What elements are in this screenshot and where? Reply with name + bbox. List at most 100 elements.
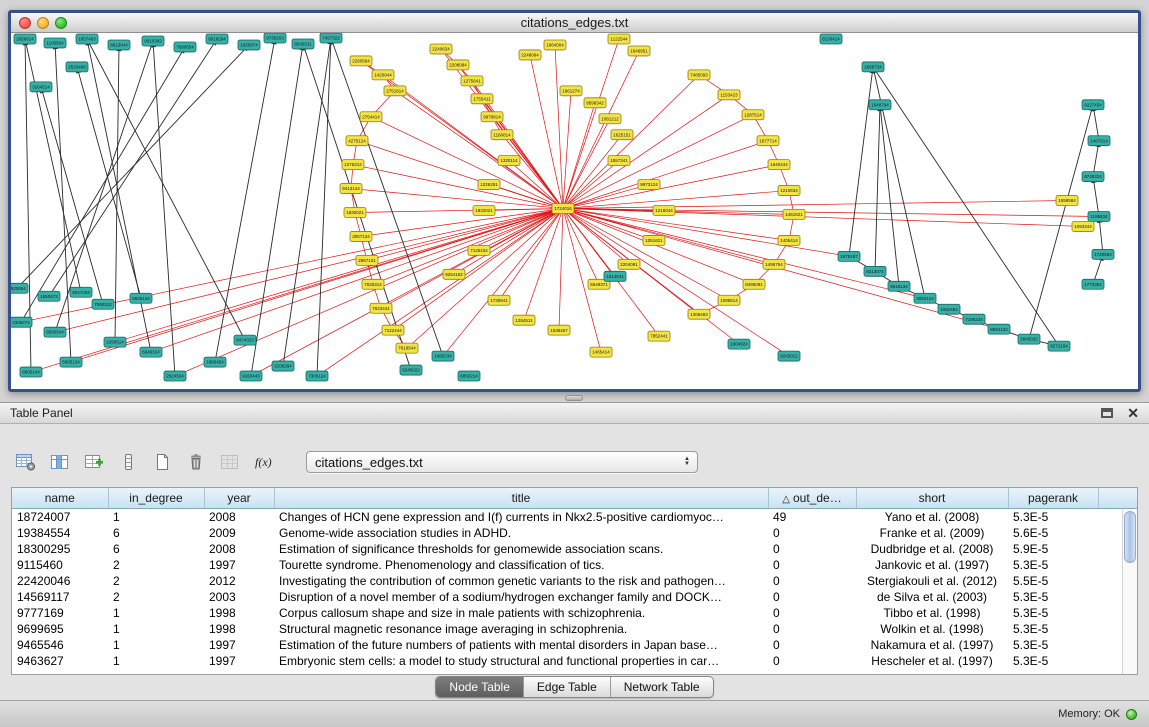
graph-node[interactable]: 3306274: [11, 317, 32, 327]
column-header-short[interactable]: short: [856, 488, 1008, 508]
graph-node[interactable]: 1625151: [611, 130, 633, 140]
graph-node[interactable]: 1062454: [938, 304, 960, 314]
function-builder-icon[interactable]: f(x): [250, 449, 278, 475]
graph-node[interactable]: 1724016: [552, 204, 574, 214]
table-row[interactable]: 977716911998Corpus callosum shape and si…: [12, 605, 1137, 621]
graph-node[interactable]: 1305493: [688, 309, 710, 319]
network-canvas[interactable]: 2056614110650418574638613044901038276906…: [11, 33, 1138, 389]
graph-node[interactable]: 1755411: [471, 94, 493, 104]
graph-node[interactable]: 7690654: [174, 42, 196, 52]
graph-node[interactable]: 8495091: [743, 279, 765, 289]
graph-node[interactable]: 1216044: [653, 206, 675, 216]
graph-node[interactable]: 3106284: [272, 361, 294, 371]
graph-node[interactable]: 2056614: [14, 34, 36, 44]
graph-node[interactable]: 1886454: [204, 357, 226, 367]
graph-node[interactable]: 6646324: [140, 347, 162, 357]
graph-node[interactable]: 1640444: [768, 160, 790, 170]
graph-node[interactable]: 1832021: [473, 206, 495, 216]
graph-node[interactable]: 9413144: [340, 184, 362, 194]
tab-edge-table[interactable]: Edge Table: [524, 677, 611, 697]
zoom-button[interactable]: [55, 17, 67, 29]
graph-node[interactable]: 1085234: [432, 351, 454, 361]
graph-node[interactable]: 9245012: [778, 351, 800, 361]
graph-node[interactable]: 7619544: [396, 343, 418, 353]
graph-node[interactable]: 8590544: [44, 327, 66, 337]
network-table-select[interactable]: citations_edges.txt ▲▼: [306, 451, 698, 473]
table-row[interactable]: 946362711997Embryonic stem cells: a mode…: [12, 653, 1137, 669]
graph-node[interactable]: 3067134: [350, 231, 372, 241]
graph-node[interactable]: 2845032: [1018, 334, 1040, 344]
graph-node[interactable]: 2290614: [104, 337, 126, 347]
graph-node[interactable]: 1081212: [599, 114, 621, 124]
table-row[interactable]: 969969511998Structural magnetic resonanc…: [12, 621, 1137, 637]
graph-node[interactable]: 1668734: [862, 62, 884, 72]
graph-node[interactable]: 7306124: [306, 371, 328, 381]
close-button[interactable]: [19, 17, 31, 29]
graph-node[interactable]: 1961274: [560, 86, 582, 96]
graph-node[interactable]: 1514541: [604, 271, 626, 281]
graph-node[interactable]: 1405414: [778, 235, 800, 245]
graph-node[interactable]: 1948794: [869, 100, 891, 110]
graph-node[interactable]: 9598342: [584, 98, 606, 108]
edit-table-icon[interactable]: [80, 449, 108, 475]
graph-node[interactable]: 8474023: [234, 335, 256, 345]
graph-node[interactable]: 9272164: [1048, 341, 1070, 351]
graph-node[interactable]: 1122544: [608, 34, 630, 44]
graph-node[interactable]: 1096514: [718, 295, 740, 305]
graph-node[interactable]: 1420044: [372, 70, 394, 80]
graph-node[interactable]: 9979814: [481, 112, 503, 122]
scrollbar-thumb[interactable]: [1124, 511, 1136, 563]
graph-node[interactable]: 9260443: [240, 371, 262, 381]
table-row[interactable]: 1830029562008Estimation of significance …: [12, 541, 1137, 557]
graph-node[interactable]: 2204091: [618, 259, 640, 269]
graph-node[interactable]: 8745324: [1082, 172, 1104, 182]
graph-node[interactable]: 1275212: [342, 160, 364, 170]
column-chooser-icon[interactable]: [46, 449, 74, 475]
graph-node[interactable]: 1093344: [1072, 221, 1094, 231]
table-row[interactable]: 911546021997Tourette syndrome. Phenomeno…: [12, 557, 1137, 573]
graph-node[interactable]: 5905134: [60, 357, 82, 367]
graph-node[interactable]: 6850214: [458, 371, 480, 381]
graph-node[interactable]: 2208084: [447, 60, 469, 70]
column-header-in_degree[interactable]: in_degree: [108, 488, 204, 508]
graph-node[interactable]: 7590312: [92, 299, 114, 309]
graph-node[interactable]: 1935874: [238, 40, 260, 50]
table-row[interactable]: 946554611997Estimation of the future num…: [12, 637, 1137, 653]
float-panel-icon[interactable]: [1101, 408, 1113, 418]
graph-node[interactable]: 7852441: [648, 331, 670, 341]
graph-node[interactable]: 1284511: [513, 315, 535, 325]
graph-node[interactable]: 9047263: [70, 287, 92, 297]
graph-node[interactable]: 1495754: [763, 259, 785, 269]
graph-node[interactable]: 2533468: [66, 62, 88, 72]
row-tools-icon[interactable]: [114, 449, 142, 475]
graph-node[interactable]: 9618134: [888, 281, 910, 291]
graph-node[interactable]: 1557341: [608, 156, 630, 166]
graph-node[interactable]: 2867131: [356, 255, 378, 265]
graph-node[interactable]: 1559584: [1056, 196, 1078, 206]
graph-node[interactable]: 2520654: [11, 283, 28, 293]
graph-node[interactable]: 3052124: [914, 293, 936, 303]
graph-node[interactable]: 8613044: [108, 40, 130, 50]
graph-node[interactable]: 1195834: [1088, 211, 1110, 221]
graph-node[interactable]: 9227434: [1082, 100, 1104, 110]
network-graph-area[interactable]: 2056614110650418574638613044901038276906…: [11, 33, 1138, 389]
graph-node[interactable]: 9735203: [264, 33, 286, 43]
graph-node[interactable]: 1720654: [1092, 249, 1114, 259]
panel-divider-handle[interactable]: [565, 395, 583, 401]
graph-node[interactable]: 1106504: [44, 38, 66, 48]
graph-node[interactable]: 1550672: [38, 291, 60, 301]
graph-node[interactable]: 7125434: [468, 245, 490, 255]
column-header-year[interactable]: year: [204, 488, 274, 508]
graph-node[interactable]: 8542011: [292, 39, 314, 49]
graph-node[interactable]: 1051621: [643, 235, 665, 245]
graph-node[interactable]: 1646951: [628, 46, 650, 56]
table-scrollbar[interactable]: [1122, 509, 1137, 674]
graph-node[interactable]: 1735941: [488, 295, 510, 305]
graph-node[interactable]: 9973124: [638, 180, 660, 190]
graph-node[interactable]: 2240634: [430, 44, 452, 54]
graph-node[interactable]: 1320114: [498, 156, 520, 166]
graph-node[interactable]: 8130414: [820, 34, 842, 44]
graph-node[interactable]: 1830021: [344, 208, 366, 218]
table-row[interactable]: 1938455462009Genome-wide association stu…: [12, 525, 1137, 541]
graph-node[interactable]: 1857463: [76, 34, 98, 44]
